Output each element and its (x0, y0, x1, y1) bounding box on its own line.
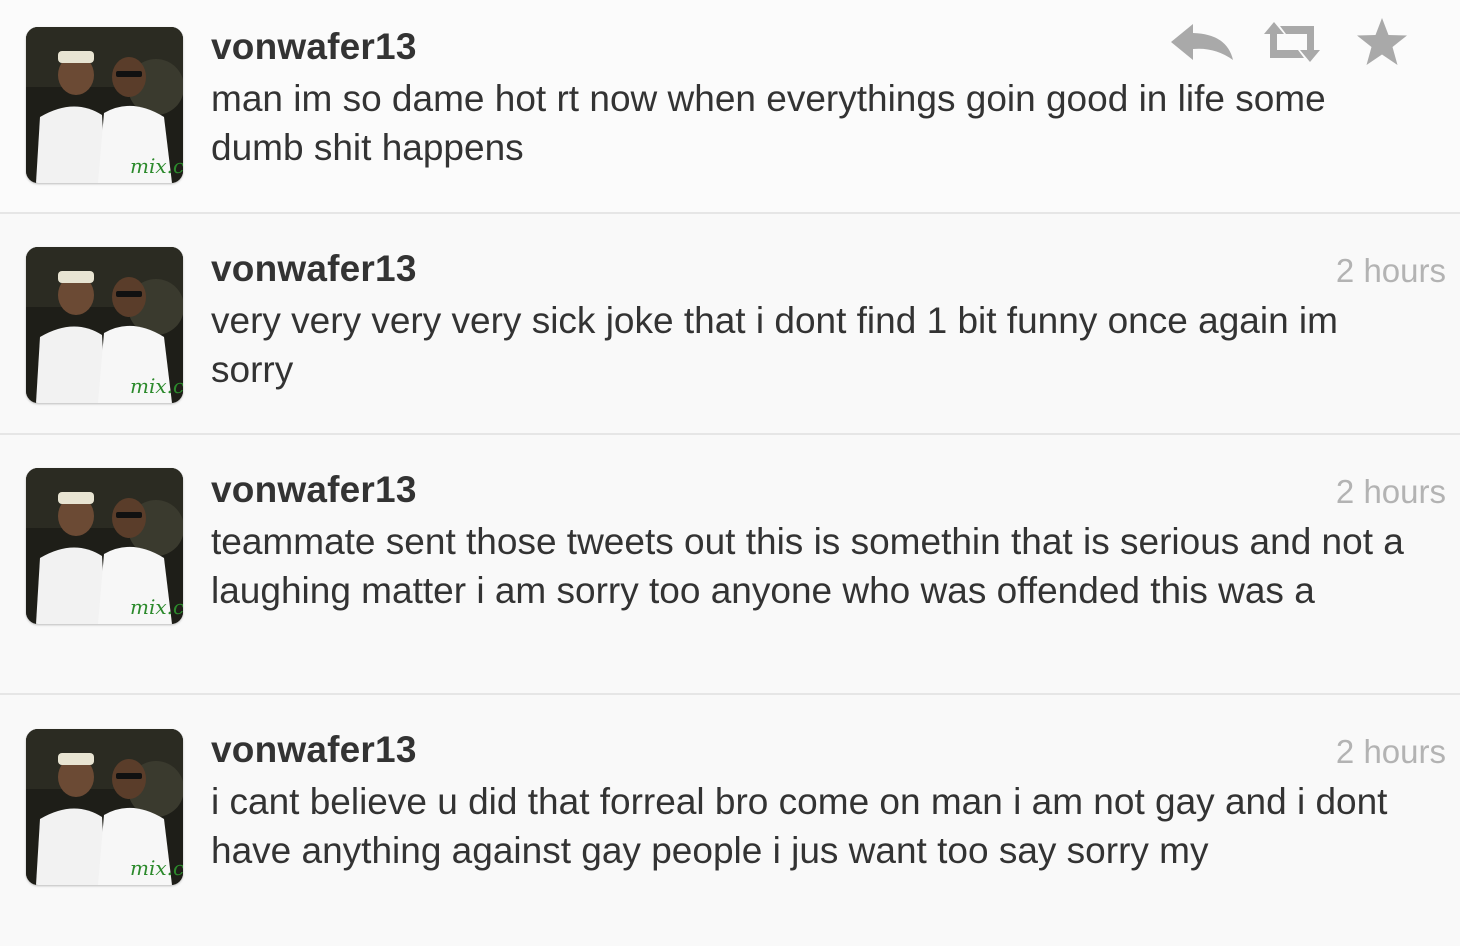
tweet-text: man im so dame hot rt now when everythin… (211, 78, 1326, 168)
avatar[interactable]: mix.c (26, 729, 183, 885)
avatar[interactable]: mix.c (26, 247, 183, 403)
avatar[interactable]: mix.c (26, 27, 183, 183)
svg-text:mix.c: mix.c (130, 856, 183, 880)
tweet-text: i cant believe u did that forreal bro co… (211, 781, 1388, 871)
tweet-item[interactable]: mix.c vonwafer13 2 hours teammate sent t… (0, 435, 1460, 695)
tweet-item[interactable]: mix.c vonwafer13 2 hours i cant believe … (0, 695, 1460, 946)
tweet-username[interactable]: vonwafer13 (211, 469, 417, 511)
avatar[interactable]: mix.c (26, 468, 183, 624)
tweet-timestamp[interactable]: 2 hours (1336, 252, 1446, 290)
tweet-actions (1168, 14, 1416, 70)
favorite-star-icon[interactable] (1348, 14, 1416, 70)
retweet-icon[interactable] (1258, 14, 1326, 70)
tweet-username[interactable]: vonwafer13 (211, 26, 417, 68)
tweet-timeline: mix.c vonwafer13 man im so dame hot rt n… (0, 0, 1460, 946)
tweet-username[interactable]: vonwafer13 (211, 729, 417, 771)
reply-icon[interactable] (1168, 14, 1236, 70)
svg-text:mix.c: mix.c (130, 595, 183, 619)
svg-text:mix.c: mix.c (130, 154, 183, 178)
tweet-timestamp[interactable]: 2 hours (1336, 473, 1446, 511)
tweet-text: very very very very sick joke that i don… (211, 300, 1338, 390)
tweet-timestamp[interactable]: 2 hours (1336, 733, 1446, 771)
tweet-username[interactable]: vonwafer13 (211, 248, 417, 290)
tweet-text: teammate sent those tweets out this is s… (211, 521, 1404, 611)
tweet-item[interactable]: mix.c vonwafer13 2 hours very very very … (0, 214, 1460, 435)
svg-text:mix.c: mix.c (130, 374, 183, 398)
tweet-item[interactable]: mix.c vonwafer13 man im so dame hot rt n… (0, 0, 1460, 214)
